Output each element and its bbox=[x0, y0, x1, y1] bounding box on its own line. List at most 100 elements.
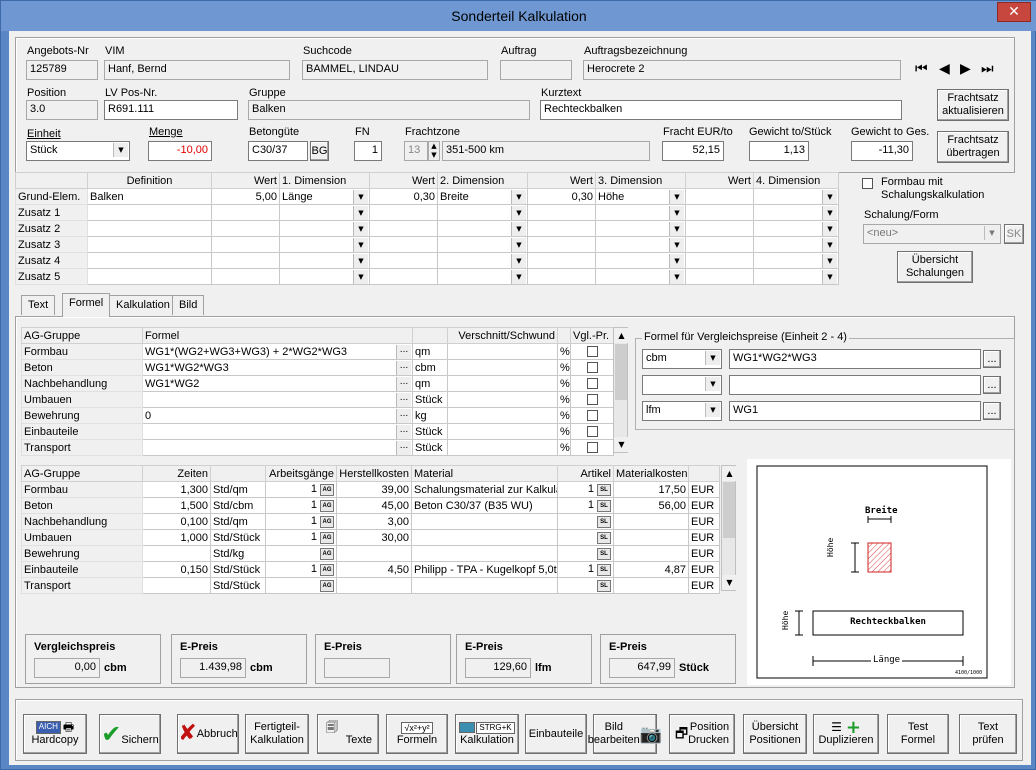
herstellkosten-cell[interactable] bbox=[336, 545, 412, 562]
formel-scrollbar[interactable]: ▲ ▼ bbox=[613, 327, 629, 453]
dimension-select[interactable]: ▼ bbox=[753, 220, 839, 237]
dimension-select[interactable]: ▼ bbox=[595, 268, 686, 285]
ag-button[interactable]: AG bbox=[320, 483, 334, 496]
wert-cell[interactable] bbox=[685, 236, 754, 253]
wert-cell[interactable] bbox=[369, 236, 438, 253]
chevron-down-icon[interactable]: ▼ bbox=[822, 190, 837, 204]
test-formel-button[interactable]: Test Formel bbox=[887, 714, 949, 754]
dimension-select[interactable]: ▼ bbox=[595, 236, 686, 253]
ellipsis-button[interactable]: ... bbox=[983, 350, 1001, 368]
herstellkosten-cell[interactable]: 39,00 bbox=[336, 481, 412, 498]
sl-button[interactable]: SL bbox=[597, 483, 611, 496]
zeit-cell[interactable]: 0,150 bbox=[142, 561, 211, 578]
chevron-down-icon[interactable]: ▼ bbox=[511, 206, 526, 220]
wert-cell[interactable] bbox=[211, 236, 280, 253]
vgl-pr-checkbox[interactable] bbox=[570, 391, 614, 408]
chevron-down-icon[interactable]: ▼ bbox=[984, 226, 999, 240]
scroll-thumb[interactable] bbox=[615, 344, 627, 400]
dimension-select[interactable]: ▼ bbox=[753, 236, 839, 253]
definition-cell[interactable]: Balken bbox=[87, 188, 212, 205]
zeit-cell[interactable]: 1,500 bbox=[142, 497, 211, 514]
ellipsis-button[interactable]: ... bbox=[983, 402, 1001, 420]
dimension-select[interactable]: ▼ bbox=[437, 268, 528, 285]
fn-input[interactable]: 1 bbox=[354, 141, 382, 161]
wert-cell[interactable] bbox=[369, 220, 438, 237]
hardcopy-button[interactable]: AICH 🖶 Hardcopy bbox=[23, 714, 87, 754]
einheit-select[interactable]: Stück ▼ bbox=[26, 141, 130, 161]
wert-cell[interactable] bbox=[369, 204, 438, 221]
first-record-icon[interactable]: ⏮ bbox=[915, 61, 928, 77]
wert-cell[interactable]: 0,30 bbox=[369, 188, 438, 205]
wert-cell[interactable]: 5,00 bbox=[211, 188, 280, 205]
dimension-select[interactable]: ▼ bbox=[753, 188, 839, 205]
artikel-cell[interactable]: SL bbox=[557, 545, 614, 562]
lvpos-input[interactable]: R691.111 bbox=[104, 100, 238, 120]
chevron-down-icon[interactable]: ▼ bbox=[822, 206, 837, 220]
chevron-down-icon[interactable]: ▼ bbox=[822, 222, 837, 236]
wert-cell[interactable] bbox=[211, 220, 280, 237]
zeit-cell[interactable]: 1,000 bbox=[142, 529, 211, 546]
arbeitsgang-cell[interactable]: AG bbox=[265, 545, 337, 562]
vgl-formula-input[interactable] bbox=[729, 375, 981, 395]
formula-cell[interactable]: ... bbox=[142, 423, 413, 440]
wert-cell[interactable] bbox=[527, 268, 596, 285]
formeln-button[interactable]: √x²+y² Formeln bbox=[386, 714, 448, 754]
chevron-down-icon[interactable]: ▼ bbox=[353, 206, 368, 220]
definition-cell[interactable] bbox=[87, 236, 212, 253]
arbeitsgang-cell[interactable]: 1 AG bbox=[265, 481, 337, 498]
kalk-scrollbar[interactable]: ▲ ▼ bbox=[721, 465, 737, 591]
chevron-down-icon[interactable]: ▼ bbox=[353, 270, 368, 284]
vgl-formula-input[interactable]: WG1*WG2*WG3 bbox=[729, 349, 981, 369]
chevron-down-icon[interactable]: ▼ bbox=[669, 238, 684, 252]
dimension-select[interactable]: ▼ bbox=[753, 268, 839, 285]
ellipsis-button[interactable]: ... bbox=[396, 409, 411, 423]
materialkosten-cell[interactable] bbox=[613, 529, 689, 546]
last-record-icon[interactable]: ⏭ bbox=[981, 61, 994, 77]
tab-formel[interactable]: Formel bbox=[62, 293, 111, 317]
vgl-pr-checkbox[interactable] bbox=[570, 439, 614, 456]
sichern-button[interactable]: ✔ Sichern bbox=[99, 714, 161, 754]
zeit-cell[interactable]: 1,300 bbox=[142, 481, 211, 498]
betongute-input[interactable]: C30/37 bbox=[248, 141, 308, 161]
vgl-pr-checkbox[interactable] bbox=[570, 407, 614, 424]
zeit-cell[interactable] bbox=[142, 577, 211, 594]
vgl-formula-input[interactable]: WG1 bbox=[729, 401, 981, 421]
formula-cell[interactable]: ... bbox=[142, 391, 413, 408]
formula-cell[interactable]: 0... bbox=[142, 407, 413, 424]
frachtzone-spinner[interactable]: ▲ ▼ bbox=[428, 141, 440, 161]
herstellkosten-cell[interactable]: 45,00 bbox=[336, 497, 412, 514]
dimension-select[interactable]: ▼ bbox=[437, 236, 528, 253]
artikel-cell[interactable]: SL bbox=[557, 513, 614, 530]
dimension-select[interactable]: ▼ bbox=[595, 220, 686, 237]
wert-cell[interactable] bbox=[369, 268, 438, 285]
prev-record-icon[interactable]: ◀ bbox=[939, 61, 950, 77]
arbeitsgang-cell[interactable]: AG bbox=[265, 577, 337, 594]
next-record-icon[interactable]: ▶ bbox=[960, 61, 971, 77]
vgl-pr-checkbox[interactable] bbox=[570, 359, 614, 376]
duplizieren-button[interactable]: ☰ + Duplizieren bbox=[813, 714, 879, 754]
chevron-down-icon[interactable]: ▼ bbox=[822, 238, 837, 252]
vgl-pr-checkbox[interactable] bbox=[570, 375, 614, 392]
wert-cell[interactable] bbox=[369, 252, 438, 269]
vgl-unit-select[interactable]: lfm ▼ bbox=[642, 401, 722, 421]
ag-button[interactable]: AG bbox=[320, 515, 334, 528]
chevron-down-icon[interactable]: ▼ bbox=[705, 403, 720, 417]
chevron-down-icon[interactable]: ▼ bbox=[353, 254, 368, 268]
ag-button[interactable]: AG bbox=[320, 547, 334, 560]
chevron-down-icon[interactable]: ▼ bbox=[511, 222, 526, 236]
wert-cell[interactable] bbox=[211, 252, 280, 269]
formbau-checkbox[interactable] bbox=[862, 177, 873, 189]
tab-bild[interactable]: Bild bbox=[172, 295, 205, 315]
materialkosten-cell[interactable]: 56,00 bbox=[613, 497, 689, 514]
abbruch-button[interactable]: ✘ Abbruch bbox=[177, 714, 239, 754]
vgl-pr-checkbox[interactable] bbox=[570, 423, 614, 440]
dimension-select[interactable]: Länge ▼ bbox=[279, 188, 370, 205]
herstellkosten-cell[interactable]: 3,00 bbox=[336, 513, 412, 530]
arbeitsgang-cell[interactable]: 1 AG bbox=[265, 561, 337, 578]
herstellkosten-cell[interactable]: 4,50 bbox=[336, 561, 412, 578]
wert-cell[interactable] bbox=[685, 188, 754, 205]
wert-cell[interactable] bbox=[527, 236, 596, 253]
vgl-pr-checkbox[interactable] bbox=[570, 343, 614, 360]
dimension-select[interactable]: ▼ bbox=[753, 252, 839, 269]
verschnitt-cell[interactable] bbox=[447, 407, 558, 424]
